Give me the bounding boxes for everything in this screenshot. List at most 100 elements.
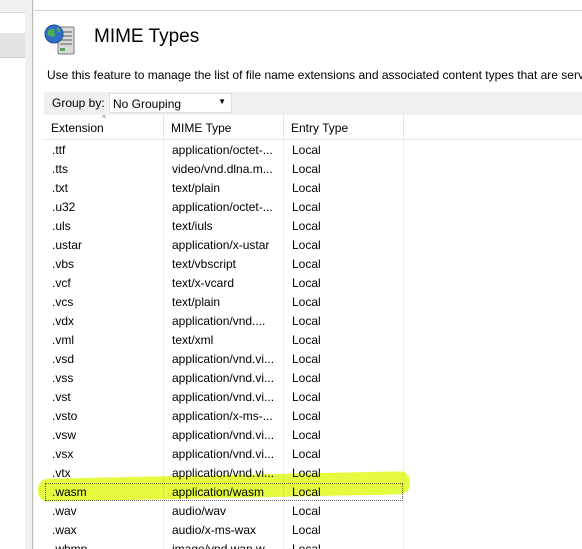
group-by-toolbar: Group by: No Grouping ▼ — [44, 92, 582, 115]
mime-type-cell: audio/wav — [172, 504, 227, 518]
mime-type-cell: text/vbscript — [172, 257, 237, 271]
pane-splitter[interactable] — [25, 0, 34, 549]
entry-type-cell: Local — [292, 276, 321, 290]
extension-cell: .vsw — [52, 428, 76, 442]
table-row[interactable]: .wax audio/x-ms-wax Local — [44, 521, 582, 540]
extension-cell: .vsto — [52, 409, 78, 423]
entry-type-cell: Local — [292, 314, 321, 328]
mime-types-server-icon — [43, 21, 79, 57]
table-row-selected[interactable]: .wasm application/wasm Local — [44, 483, 582, 502]
extension-cell: .wbmp — [52, 542, 88, 549]
extension-cell: .wax — [52, 523, 77, 537]
mime-type-cell: text/plain — [172, 295, 221, 309]
extension-cell: .vsx — [52, 447, 74, 461]
table-row[interactable]: .vss application/vnd.vi... Local — [44, 369, 582, 388]
entry-type-cell: Local — [292, 542, 321, 549]
mime-type-cell: image/vnd.wap.w... — [172, 542, 275, 549]
extension-cell: .wav — [52, 504, 77, 518]
connections-pane-divider — [0, 57, 25, 58]
entry-type-cell: Local — [292, 523, 321, 537]
extension-cell: .ustar — [52, 238, 83, 252]
mime-type-cell: application/vnd.vi... — [172, 352, 275, 366]
mime-type-cell: application/vnd.vi... — [172, 447, 275, 461]
table-row[interactable]: .wav audio/wav Local — [44, 502, 582, 521]
entry-type-cell: Local — [292, 466, 321, 480]
table-row[interactable]: .vsto application/x-ms-... Local — [44, 407, 582, 426]
entry-type-cell: Local — [292, 333, 321, 347]
entry-type-cell: Local — [292, 162, 321, 176]
mime-type-cell: text/xml — [172, 333, 214, 347]
extension-cell: .vml — [52, 333, 74, 347]
table-row[interactable]: .ttf application/octet-... Local — [44, 141, 582, 160]
table-row[interactable]: .vsx application/vnd.vi... Local — [44, 445, 582, 464]
page-title: MIME Types — [94, 26, 200, 47]
extension-cell: .ttf — [52, 143, 66, 157]
table-row[interactable]: .vtx application/vnd.vi... Local — [44, 464, 582, 483]
mime-type-cell: audio/x-ms-wax — [172, 523, 257, 537]
mime-type-cell: text/plain — [172, 181, 221, 195]
entry-type-cell: Local — [292, 428, 321, 442]
column-header-divider[interactable] — [283, 115, 284, 139]
entry-type-cell: Local — [292, 485, 321, 499]
group-by-dropdown[interactable]: No Grouping ▼ — [109, 93, 232, 113]
table-row[interactable]: .vml text/xml Local — [44, 331, 582, 350]
extension-cell: .u32 — [52, 200, 76, 214]
mime-type-cell: application/octet-... — [172, 200, 273, 214]
column-header-divider[interactable] — [163, 115, 164, 139]
mime-type-cell: application/x-ustar — [172, 238, 270, 252]
column-header-entry-type[interactable]: Entry Type — [291, 121, 348, 135]
table-row[interactable]: .vsd application/vnd.vi... Local — [44, 350, 582, 369]
column-header-extension[interactable]: Extension — [51, 121, 104, 135]
extension-cell: .uls — [52, 219, 71, 233]
entry-type-cell: Local — [292, 181, 321, 195]
mime-type-cell: application/x-ms-... — [172, 409, 273, 423]
entry-type-cell: Local — [292, 390, 321, 404]
entry-type-cell: Local — [292, 143, 321, 157]
extension-cell: .vsd — [52, 352, 75, 366]
mime-type-cell: application/vnd.vi... — [172, 466, 275, 480]
extension-cell: .vcs — [52, 295, 74, 309]
sort-ascending-icon: ^ — [102, 115, 106, 123]
entry-type-cell: Local — [292, 352, 321, 366]
group-by-label: Group by: — [52, 96, 105, 110]
table-row[interactable]: .vdx application/vnd.... Local — [44, 312, 582, 331]
table-row[interactable]: .wbmp image/vnd.wap.w... Local — [44, 540, 582, 549]
mime-type-cell: application/vnd.... — [172, 314, 266, 328]
entry-type-cell: Local — [292, 238, 321, 252]
table-row[interactable]: .txt text/plain Local — [44, 179, 582, 198]
extension-cell: .vss — [52, 371, 74, 385]
table-row[interactable]: .vbs text/vbscript Local — [44, 255, 582, 274]
extension-cell: .vst — [52, 390, 71, 404]
table-row[interactable]: .vcs text/plain Local — [44, 293, 582, 312]
entry-type-cell: Local — [292, 200, 321, 214]
entry-type-cell: Local — [292, 504, 321, 518]
connections-pane — [0, 0, 25, 549]
entry-type-cell: Local — [292, 219, 321, 233]
feature-view: MIME Types Use this feature to manage th… — [34, 0, 582, 549]
entry-type-cell: Local — [292, 447, 321, 461]
table-row[interactable]: .uls text/iuls Local — [44, 217, 582, 236]
entry-type-cell: Local — [292, 295, 321, 309]
table-row[interactable]: .vcf text/x-vcard Local — [44, 274, 582, 293]
mime-type-cell: application/vnd.vi... — [172, 371, 275, 385]
table-row[interactable]: .ustar application/x-ustar Local — [44, 236, 582, 255]
extension-cell: .vbs — [52, 257, 75, 271]
group-by-value: No Grouping — [113, 97, 182, 111]
mime-type-cell: application/vnd.vi... — [172, 428, 275, 442]
table-row[interactable]: .tts video/vnd.dlna.m... Local — [44, 160, 582, 179]
splitter-edge — [32, 0, 33, 549]
column-header-mime-type[interactable]: MIME Type — [171, 121, 231, 135]
table-row[interactable]: .vsw application/vnd.vi... Local — [44, 426, 582, 445]
extension-cell: .vdx — [52, 314, 75, 328]
entry-type-cell: Local — [292, 257, 321, 271]
connections-pane-selected-item[interactable] — [0, 33, 25, 57]
extension-cell: .vtx — [52, 466, 71, 480]
extension-cell: .wasm — [52, 485, 87, 499]
mime-type-cell: text/x-vcard — [172, 276, 235, 290]
table-row[interactable]: .vst application/vnd.vi... Local — [44, 388, 582, 407]
column-header-divider[interactable] — [403, 115, 404, 139]
mime-types-list[interactable]: Extension ^ MIME Type Entry Type .ttf app… — [44, 115, 582, 549]
extension-cell: .vcf — [52, 276, 71, 290]
table-row[interactable]: .u32 application/octet-... Local — [44, 198, 582, 217]
list-rows: .ttf application/octet-... Local .tts video/… — [44, 141, 582, 549]
